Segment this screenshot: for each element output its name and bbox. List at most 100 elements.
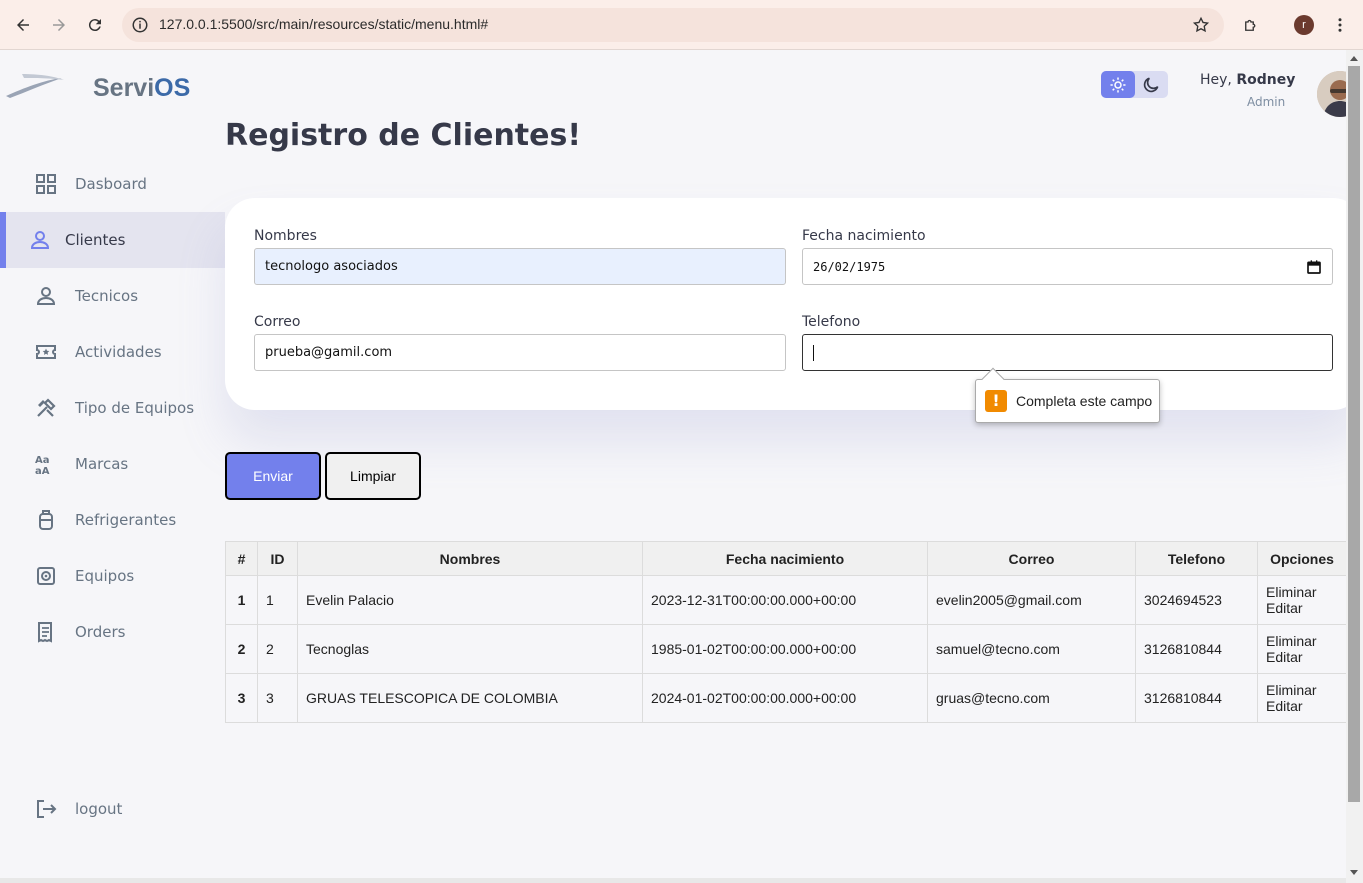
- nombres-input[interactable]: tecnologo asociados: [254, 248, 786, 285]
- telefono-input[interactable]: [802, 334, 1333, 371]
- table-header-row: # ID Nombres Fecha nacimiento Correo Tel…: [225, 541, 1347, 576]
- text-cursor: [813, 344, 814, 361]
- info-icon[interactable]: [131, 16, 149, 34]
- sidebar-item-label: Refrigerantes: [75, 511, 177, 529]
- forward-button[interactable]: [46, 12, 72, 38]
- svg-text:Aa: Aa: [35, 455, 50, 466]
- logout-label: logout: [75, 800, 123, 818]
- page-title: Registro de Clientes!: [225, 118, 582, 153]
- fecha-input[interactable]: 26/02/1975: [802, 248, 1333, 285]
- profile-avatar[interactable]: r: [1294, 15, 1314, 35]
- back-button[interactable]: [10, 12, 36, 38]
- limpiar-button[interactable]: Limpiar: [325, 452, 421, 500]
- cell-fecha: 2024-01-02T00:00:00.000+00:00: [642, 673, 928, 723]
- sidebar-item-tipo-de-equipos[interactable]: Tipo de Equipos: [0, 380, 225, 436]
- col-header: Nombres: [297, 541, 643, 576]
- browser-toolbar: 127.0.0.1:5500/src/main/resources/static…: [0, 0, 1363, 50]
- sidebar-item-clientes[interactable]: Clientes: [0, 212, 225, 268]
- client-form: [225, 198, 1363, 410]
- extensions-button[interactable]: [1238, 12, 1264, 38]
- cell-fecha: 2023-12-31T00:00:00.000+00:00: [642, 575, 928, 625]
- sidebar-item-refrigerantes[interactable]: Refrigerantes: [0, 492, 225, 548]
- browser-menu-button[interactable]: [1327, 12, 1353, 38]
- col-header: Telefono: [1135, 541, 1258, 576]
- eliminar-link[interactable]: Eliminar: [1266, 633, 1338, 649]
- sidebar-item-actividades[interactable]: Actividades: [0, 324, 225, 380]
- sun-icon[interactable]: [1101, 71, 1135, 98]
- cell-opciones: Eliminar Editar: [1257, 575, 1347, 625]
- theme-toggle[interactable]: [1101, 71, 1168, 98]
- page-scrollbar[interactable]: [1346, 50, 1363, 883]
- calendar-icon[interactable]: [1306, 259, 1322, 275]
- cell-nombre: GRUAS TELESCOPICA DE COLOMBIA: [297, 673, 643, 723]
- logout-button[interactable]: logout: [0, 781, 225, 837]
- svg-text:aA: aA: [35, 466, 50, 476]
- kebab-menu-icon: [1338, 18, 1342, 32]
- col-header: Opciones: [1257, 541, 1347, 576]
- cell-opciones: Eliminar Editar: [1257, 624, 1347, 674]
- fecha-value: 26/02/1975: [813, 259, 886, 274]
- table-row: 2 2 Tecnoglas 1985-01-02T00:00:00.000+00…: [225, 624, 1347, 674]
- tools-icon: [34, 396, 58, 420]
- status-strip: [0, 878, 1346, 883]
- eliminar-link[interactable]: Eliminar: [1266, 682, 1338, 698]
- person-icon: [28, 228, 52, 252]
- sidebar-item-tecnicos[interactable]: Tecnicos: [0, 268, 225, 324]
- table-row: 1 1 Evelin Palacio 2023-12-31T00:00:00.0…: [225, 575, 1347, 625]
- editar-link[interactable]: Editar: [1266, 600, 1338, 616]
- bookmark-star-icon[interactable]: [1192, 16, 1210, 34]
- sidebar-item-label: Clientes: [65, 231, 126, 249]
- arrow-left-icon: [17, 19, 29, 31]
- correo-input[interactable]: prueba@gamil.com: [254, 334, 786, 371]
- row-number: 2: [225, 624, 258, 674]
- warning-icon: !: [985, 390, 1007, 412]
- ticket-star-icon: [34, 340, 58, 364]
- cell-id: 1: [257, 575, 298, 625]
- sidebar-item-dasboard[interactable]: Dasboard: [0, 156, 225, 212]
- sidebar-item-label: Equipos: [75, 567, 135, 585]
- cell-correo: gruas@tecno.com: [927, 673, 1136, 723]
- brand-name: ServiOS: [93, 74, 191, 102]
- cell-telefono: 3024694523: [1135, 575, 1258, 625]
- correo-label: Correo: [254, 314, 301, 330]
- url-text[interactable]: 127.0.0.1:5500/src/main/resources/static…: [159, 16, 488, 32]
- enviar-button[interactable]: Enviar: [225, 452, 321, 500]
- validation-message: Completa este campo: [1016, 393, 1153, 409]
- eliminar-link[interactable]: Eliminar: [1266, 584, 1338, 600]
- cell-telefono: 3126810844: [1135, 673, 1258, 723]
- user-role: Admin: [1247, 95, 1286, 109]
- cell-nombre: Tecnoglas: [297, 624, 643, 674]
- reload-icon: [88, 19, 101, 32]
- cell-id: 2: [257, 624, 298, 674]
- editar-link[interactable]: Editar: [1266, 649, 1338, 665]
- person-icon: [34, 284, 58, 308]
- editar-link[interactable]: Editar: [1266, 698, 1338, 714]
- sidebar-item-label: Actividades: [75, 343, 162, 361]
- moon-icon[interactable]: [1141, 75, 1161, 95]
- address-bar[interactable]: 127.0.0.1:5500/src/main/resources/static…: [122, 8, 1224, 42]
- sidebar-item-label: Marcas: [75, 455, 129, 473]
- scroll-down-arrow-icon[interactable]: [1350, 870, 1358, 875]
- greeting: Hey, Rodney: [1200, 72, 1296, 88]
- col-header: #: [225, 541, 258, 576]
- sidebar-item-label: Orders: [75, 623, 126, 641]
- table-row: 3 3 GRUAS TELESCOPICA DE COLOMBIA 2024-0…: [225, 673, 1347, 723]
- appliance-icon: [34, 564, 58, 588]
- cell-telefono: 3126810844: [1135, 624, 1258, 674]
- fecha-label: Fecha nacimiento: [802, 228, 926, 244]
- scroll-up-arrow-icon[interactable]: [1350, 56, 1358, 61]
- sidebar-item-equipos[interactable]: Equipos: [0, 548, 225, 604]
- sidebar-item-marcas[interactable]: Aa aA Marcas: [0, 436, 225, 492]
- logo-icon: [6, 74, 64, 98]
- cell-opciones: Eliminar Editar: [1257, 673, 1347, 723]
- row-number: 3: [225, 673, 258, 723]
- col-header: Correo: [927, 541, 1136, 576]
- scrollbar-thumb[interactable]: [1348, 66, 1360, 802]
- reload-button[interactable]: [82, 12, 108, 38]
- sidebar-item-orders[interactable]: Orders: [0, 604, 225, 660]
- cell-nombre: Evelin Palacio: [297, 575, 643, 625]
- telefono-label: Telefono: [802, 314, 861, 330]
- grid-icon: [34, 172, 58, 196]
- validation-tooltip: ! Completa este campo: [975, 367, 1160, 423]
- cell-correo: samuel@tecno.com: [927, 624, 1136, 674]
